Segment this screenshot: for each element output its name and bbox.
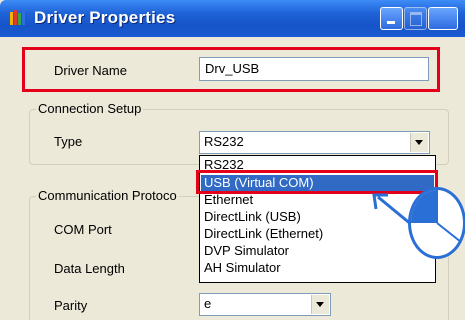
- maximize-button[interactable]: [404, 7, 427, 30]
- maximize-icon: [410, 12, 422, 26]
- chevron-down-icon: [316, 302, 324, 307]
- option-ah-simulator[interactable]: AH Simulator: [201, 260, 434, 276]
- chevron-down-icon: [415, 140, 423, 145]
- parity-select-value: e: [204, 296, 212, 311]
- driver-properties-window: Driver Properties Driver Name Drv_USB Co…: [0, 0, 465, 320]
- title-bar[interactable]: Driver Properties: [0, 0, 465, 37]
- mouse-icon: [408, 187, 465, 259]
- type-select-value: RS232: [204, 134, 244, 149]
- parity-select[interactable]: e: [199, 293, 331, 316]
- close-button[interactable]: [428, 7, 458, 30]
- connection-setup-title: Connection Setup: [36, 101, 144, 116]
- window-title: Driver Properties: [34, 8, 176, 27]
- option-dvp-simulator[interactable]: DVP Simulator: [201, 243, 434, 259]
- type-label: Type: [54, 134, 83, 149]
- type-select[interactable]: RS232: [199, 131, 430, 154]
- com-port-label: COM Port: [54, 222, 112, 237]
- parity-dropdown-button[interactable]: [311, 295, 329, 314]
- minimize-icon: [387, 21, 395, 24]
- data-length-label: Data Length: [54, 261, 125, 276]
- communication-protocol-title: Communication Protoco: [36, 188, 179, 203]
- driver-properties-icon: [10, 10, 25, 25]
- parity-label: Parity: [54, 298, 88, 313]
- minimize-button[interactable]: [380, 7, 403, 30]
- type-dropdown-button[interactable]: [410, 133, 428, 152]
- driver-name-label: Driver Name: [54, 63, 127, 78]
- driver-name-field[interactable]: Drv_USB: [199, 57, 429, 81]
